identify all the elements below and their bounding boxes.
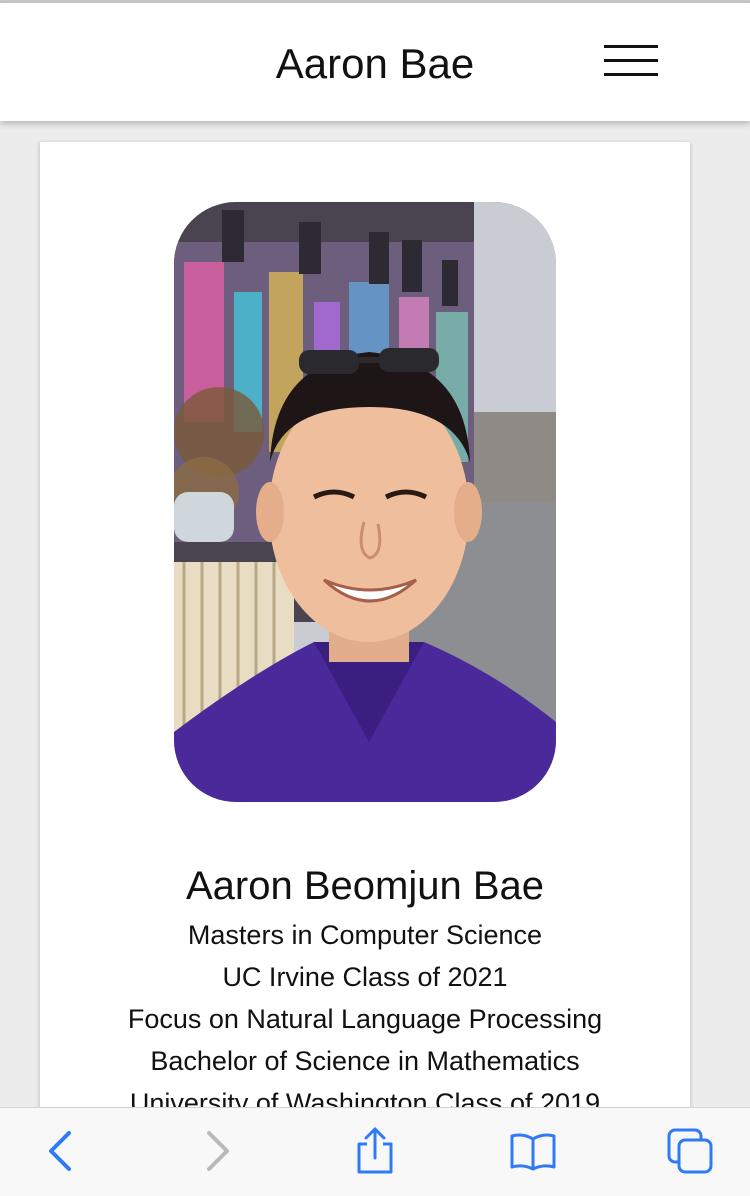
share-button[interactable] — [347, 1126, 403, 1176]
bio-line-school: UC Irvine Class of 2021 — [222, 962, 508, 992]
bio-line-focus: Focus on Natural Language Processing — [127, 1004, 603, 1034]
forward-icon — [207, 1131, 229, 1171]
site-header: Aaron Bae — [0, 3, 750, 121]
profile-card: Aaron Beomjun Bae Masters in Computer Sc… — [40, 142, 690, 1142]
share-icon — [357, 1127, 393, 1174]
bookmarks-icon — [510, 1133, 556, 1171]
back-button[interactable] — [32, 1126, 88, 1176]
safari-toolbar — [0, 1107, 750, 1196]
tabs-button[interactable] — [662, 1126, 718, 1176]
hamburger-menu-button[interactable] — [604, 43, 658, 79]
hamburger-line-bottom — [604, 73, 658, 76]
profile-photo — [174, 202, 556, 802]
bookmarks-button[interactable] — [505, 1126, 561, 1176]
back-icon — [49, 1131, 71, 1171]
profile-name: Aaron Beomjun Bae — [185, 864, 544, 908]
profile-bio: Aaron Beomjun Bae Masters in Computer Sc… — [40, 862, 690, 1124]
forward-button[interactable] — [190, 1126, 246, 1176]
hamburger-line-top — [604, 45, 658, 48]
bio-line-degree: Masters in Computer Science — [187, 920, 543, 950]
tabs-icon — [667, 1128, 713, 1174]
bio-line-undergrad-degree: Bachelor of Science in Mathematics — [150, 1046, 580, 1076]
browser-viewport: Aaron Bae Aaron Beomjun Bae Masters in C… — [0, 0, 750, 1196]
hamburger-line-middle — [604, 59, 658, 62]
